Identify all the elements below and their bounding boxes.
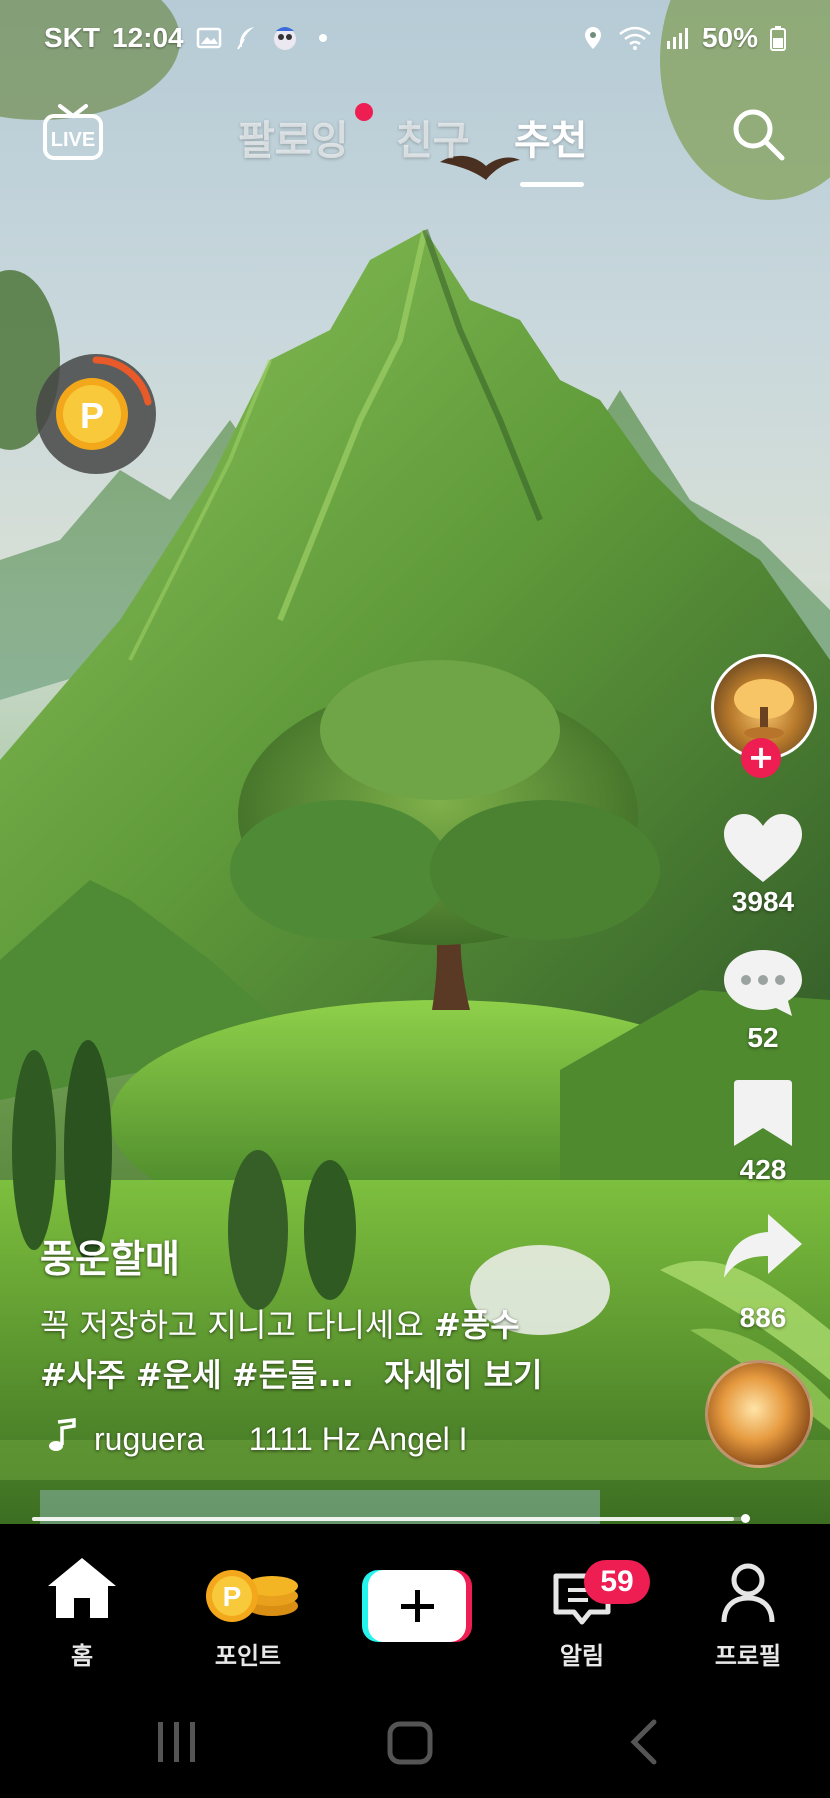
- clock: 12:04: [112, 22, 184, 53]
- tab-friends[interactable]: 친구: [396, 108, 470, 166]
- like-icon[interactable]: [718, 812, 808, 884]
- following-new-dot: [355, 103, 373, 121]
- location-icon: [584, 27, 601, 49]
- signal-icon: [666, 28, 688, 49]
- share-icon[interactable]: [718, 1210, 808, 1282]
- svg-text:P: P: [223, 1581, 242, 1612]
- svg-text:P: P: [80, 395, 104, 436]
- bottom-nav: 홈 P 포인트 59 알림 프로필: [0, 1524, 830, 1798]
- points-coin-widget[interactable]: P: [36, 354, 156, 474]
- comment-icon[interactable]: [718, 946, 808, 1018]
- nav-home-label: 홈: [70, 1642, 94, 1670]
- music-title: ruguera 1111 Hz Angel I: [94, 1421, 468, 1457]
- like-count: 3984: [731, 886, 795, 917]
- home-icon: [48, 1558, 116, 1618]
- coin-icon: P: [56, 356, 152, 450]
- search-icon[interactable]: [728, 104, 788, 164]
- wifi-icon: [619, 26, 651, 50]
- share-count: 886: [739, 1302, 787, 1333]
- hashtag[interactable]: #돈들...: [232, 1356, 354, 1394]
- caption-text: 꼭 저장하고 지니고 다니세요: [40, 1306, 424, 1344]
- hashtag[interactable]: #사주: [40, 1356, 126, 1394]
- progress-fill: [32, 1517, 734, 1521]
- coins-icon: P: [206, 1570, 298, 1622]
- see-more-link[interactable]: 자세히 보기: [384, 1356, 542, 1394]
- comment-count: 52: [747, 1022, 779, 1053]
- app-notification-icon: [273, 27, 296, 50]
- save-count: 428: [739, 1154, 787, 1185]
- video-frame: [0, 0, 830, 1524]
- nav-home[interactable]: 홈: [12, 1546, 152, 1670]
- nav-create[interactable]: [350, 1546, 490, 1656]
- nav-inbox[interactable]: 59 알림: [512, 1546, 652, 1670]
- screen: SKT 12:04 50% LIVE 팔로잉 친구 추천 P + 3984 52…: [0, 0, 830, 1798]
- nav-points-label: 포인트: [214, 1642, 282, 1670]
- feather-icon: [236, 27, 254, 50]
- video-player[interactable]: [0, 0, 830, 1524]
- top-tabs: 팔로잉 친구 추천: [0, 108, 830, 168]
- dot-icon: [318, 34, 327, 42]
- nav-points[interactable]: P 포인트: [178, 1546, 318, 1670]
- nav-inbox-label: 알림: [559, 1642, 605, 1670]
- recent-apps-icon[interactable]: [158, 1722, 195, 1762]
- status-bar: SKT 12:04 50%: [44, 18, 786, 58]
- nav-profile[interactable]: 프로필: [678, 1546, 818, 1670]
- video-progress-bar[interactable]: [32, 1517, 748, 1521]
- music-note-icon: [49, 1418, 76, 1451]
- back-icon[interactable]: [630, 1719, 657, 1765]
- battery-percent: 50%: [701, 22, 758, 53]
- gallery-icon: [196, 27, 221, 49]
- music-ticker[interactable]: ruguera 1111 Hz Angel I: [44, 1418, 504, 1462]
- system-nav-bar: [158, 1719, 657, 1765]
- tab-for-you[interactable]: 추천: [514, 108, 588, 166]
- nav-profile-label: 프로필: [714, 1642, 782, 1670]
- inbox-badge: 59: [584, 1560, 650, 1604]
- battery-icon: [770, 26, 786, 51]
- progress-handle[interactable]: [741, 1514, 750, 1523]
- bookmark-icon[interactable]: [718, 1078, 808, 1150]
- home-system-icon[interactable]: [387, 1721, 433, 1765]
- profile-icon: [721, 1563, 775, 1623]
- tab-following[interactable]: 팔로잉: [238, 108, 348, 166]
- active-tab-indicator: [520, 182, 584, 187]
- video-caption[interactable]: 꼭 저장하고 지니고 다니세요 #풍수 #사주 #운세 #돈들... 자세히 보…: [40, 1300, 640, 1400]
- follow-button[interactable]: +: [741, 738, 781, 778]
- carrier-label: SKT: [44, 22, 100, 53]
- hashtag[interactable]: #운세: [136, 1356, 222, 1394]
- hashtag[interactable]: #풍수: [434, 1306, 520, 1344]
- author-name[interactable]: 풍운할매: [40, 1228, 180, 1283]
- music-disc[interactable]: [705, 1360, 813, 1468]
- create-plus-icon: [362, 1570, 472, 1642]
